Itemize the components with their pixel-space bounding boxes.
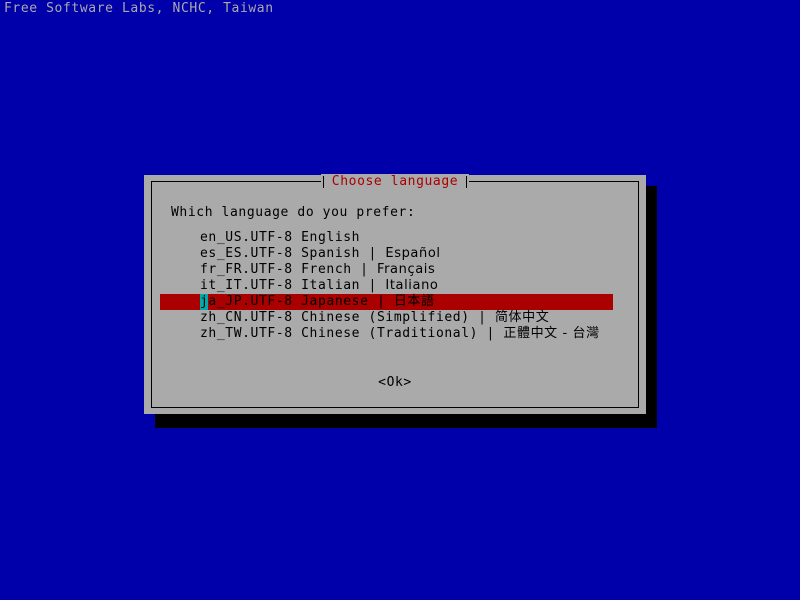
language-list-item-label: zh_CN.UTF-8 Chinese (Simplified) | 简体中文 (200, 310, 549, 325)
language-list-item[interactable]: zh_TW.UTF-8 Chinese (Traditional) | 正體中文… (160, 326, 630, 342)
language-list-item[interactable]: zh_CN.UTF-8 Chinese (Simplified) | 简体中文 (160, 310, 630, 326)
dialog-body: Which language do you prefer: en_US.UTF-… (160, 188, 630, 401)
language-locale-and-name: zh_TW.UTF-8 Chinese (Traditional) | (200, 326, 504, 341)
language-list-item[interactable]: en_US.UTF-8 English (160, 230, 630, 246)
language-list-item[interactable]: es_ES.UTF-8 Spanish | Español (160, 246, 630, 262)
language-locale-and-name: it_IT.UTF-8 Italian | (200, 278, 386, 293)
language-list-item[interactable]: ja_JP.UTF-8 Japanese | 日本語 (160, 294, 613, 310)
language-list[interactable]: en_US.UTF-8 English es_ES.UTF-8 Spanish |… (160, 230, 630, 342)
language-locale-and-name: fr_FR.UTF-8 French | (200, 262, 377, 277)
language-list-item-label: en_US.UTF-8 English (200, 230, 360, 245)
console-header-text: Free Software Labs, NCHC, Taiwan (4, 1, 274, 16)
language-list-item-label: ja_JP.UTF-8 Japanese | 日本語 (160, 294, 435, 310)
language-list-item-label: fr_FR.UTF-8 French | Français (200, 262, 435, 277)
choose-language-dialog: Choose language Which language do you pr… (144, 174, 646, 414)
language-list-item-label: zh_TW.UTF-8 Chinese (Traditional) | 正體中文… (200, 326, 600, 341)
language-native-name: Italiano (385, 278, 439, 293)
language-list-item[interactable]: fr_FR.UTF-8 French | Français (160, 262, 630, 278)
language-list-item[interactable]: it_IT.UTF-8 Italian | Italiano (160, 278, 630, 294)
prompt-label: Which language do you prefer: (171, 205, 416, 220)
language-native-name: 正體中文 - 台灣 (503, 326, 600, 341)
language-native-name: Français (376, 262, 436, 277)
language-locale-and-name: es_ES.UTF-8 Spanish | (200, 246, 386, 261)
language-native-name: Español (385, 246, 441, 261)
dialog-border-frame: Choose language Which language do you pr… (151, 174, 639, 408)
language-locale-and-name: zh_CN.UTF-8 Chinese (Simplified) | (200, 310, 495, 325)
language-native-name: 日本語 (393, 294, 435, 309)
language-locale-and-name: ja_JP.UTF-8 Japanese | (200, 294, 394, 309)
title-right-tick (466, 176, 468, 188)
ok-button[interactable]: <Ok> (160, 375, 630, 391)
title-left-tick (322, 176, 324, 188)
language-list-item-label: es_ES.UTF-8 Spanish | Español (200, 246, 441, 261)
language-list-item-label: it_IT.UTF-8 Italian | Italiano (200, 278, 438, 293)
language-native-name: 简体中文 (494, 310, 550, 325)
language-locale-and-name: en_US.UTF-8 English (200, 230, 361, 245)
